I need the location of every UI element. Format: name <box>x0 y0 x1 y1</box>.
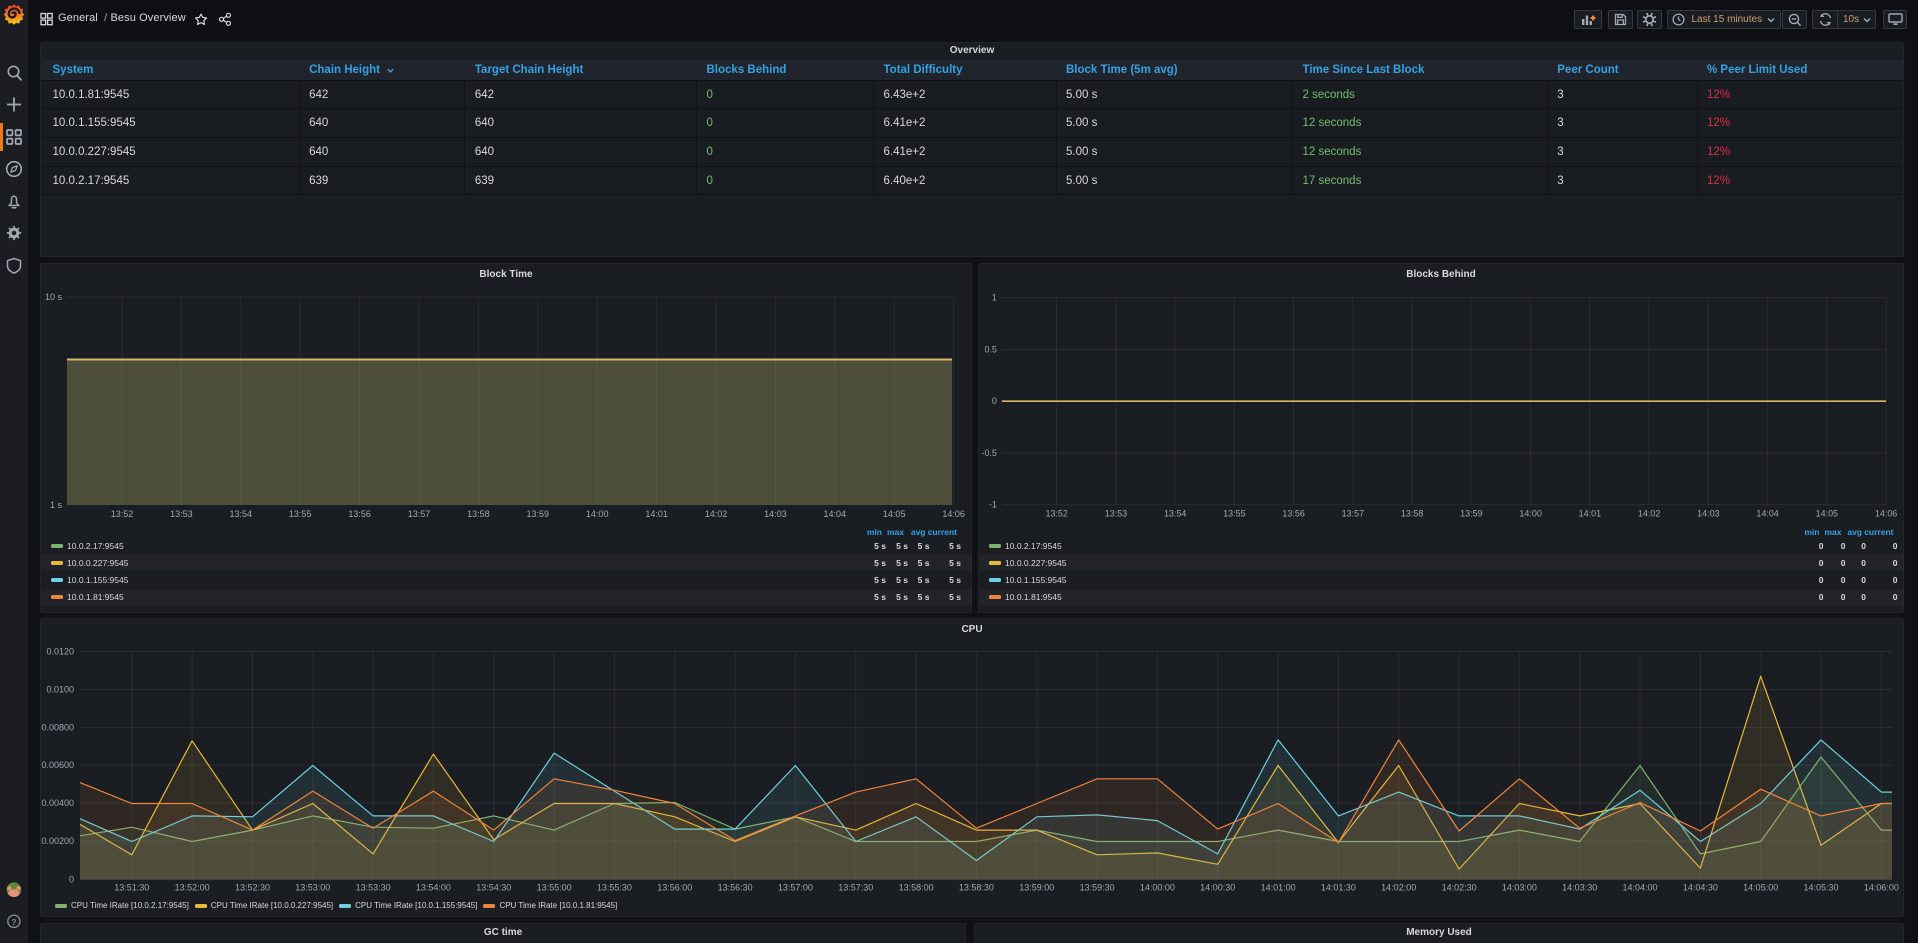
svg-text:13:54:30: 13:54:30 <box>476 883 511 893</box>
svg-text:13:58:00: 13:58:00 <box>899 883 934 893</box>
svg-text:13:53:30: 13:53:30 <box>356 883 391 893</box>
svg-text:14:05:30: 14:05:30 <box>1803 883 1838 893</box>
svg-text:13:54:00: 13:54:00 <box>416 883 451 893</box>
svg-text:0.00200: 0.00200 <box>41 836 74 846</box>
svg-text:14:04:30: 14:04:30 <box>1683 883 1718 893</box>
svg-text:14:04:00: 14:04:00 <box>1622 883 1657 893</box>
svg-text:13:56:00: 13:56:00 <box>657 883 692 893</box>
svg-text:13:51:30: 13:51:30 <box>114 883 149 893</box>
svg-text:14:06:00: 14:06:00 <box>1864 883 1899 893</box>
svg-text:13:55:00: 13:55:00 <box>537 883 572 893</box>
svg-text:13:52:00: 13:52:00 <box>175 883 210 893</box>
svg-text:14:03:30: 14:03:30 <box>1562 883 1597 893</box>
svg-text:14:01:30: 14:01:30 <box>1321 883 1356 893</box>
svg-text:0: 0 <box>69 875 74 885</box>
svg-text:13:56:30: 13:56:30 <box>718 883 753 893</box>
svg-text:13:52:30: 13:52:30 <box>235 883 270 893</box>
svg-text:0.00600: 0.00600 <box>41 760 74 770</box>
svg-text:14:02:00: 14:02:00 <box>1381 883 1416 893</box>
svg-text:13:53:00: 13:53:00 <box>295 883 330 893</box>
svg-text:0.00800: 0.00800 <box>41 723 74 733</box>
svg-text:0.0100: 0.0100 <box>46 685 74 695</box>
svg-text:14:00:30: 14:00:30 <box>1200 883 1235 893</box>
svg-text:13:59:00: 13:59:00 <box>1019 883 1054 893</box>
svg-text:14:01:00: 14:01:00 <box>1261 883 1296 893</box>
svg-text:13:57:00: 13:57:00 <box>778 883 813 893</box>
svg-text:13:57:30: 13:57:30 <box>838 883 873 893</box>
svg-text:14:03:00: 14:03:00 <box>1502 883 1537 893</box>
svg-text:14:05:00: 14:05:00 <box>1743 883 1778 893</box>
svg-text:0.0120: 0.0120 <box>46 647 74 657</box>
svg-text:14:00:00: 14:00:00 <box>1140 883 1175 893</box>
svg-text:13:59:30: 13:59:30 <box>1080 883 1115 893</box>
svg-text:13:55:30: 13:55:30 <box>597 883 632 893</box>
svg-text:0.00400: 0.00400 <box>41 798 74 808</box>
svg-text:14:02:30: 14:02:30 <box>1442 883 1477 893</box>
svg-text:13:58:30: 13:58:30 <box>959 883 994 893</box>
